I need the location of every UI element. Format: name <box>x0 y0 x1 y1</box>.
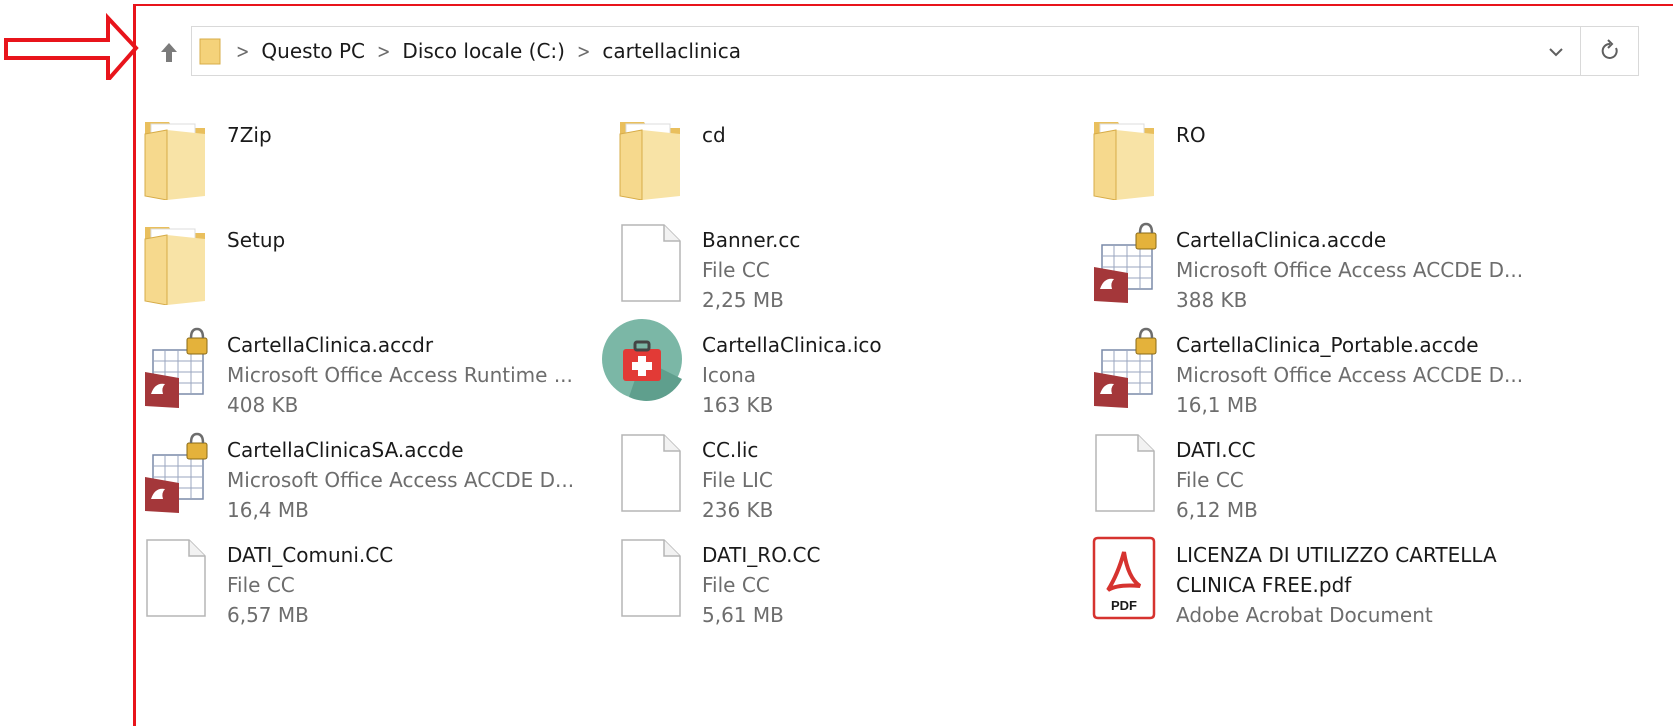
file-item[interactable]: CartellaClinica.accde Microsoft Office A… <box>1088 205 1558 312</box>
file-name: DATI_RO.CC <box>702 543 821 567</box>
file-item[interactable]: RO <box>1088 100 1558 200</box>
access-locked-icon <box>139 324 211 410</box>
file-type: File CC <box>702 258 770 282</box>
breadcrumb-cartellaclinica[interactable]: > cartellaclinica <box>565 27 741 75</box>
file-item[interactable]: DATI_RO.CC File CC 5,61 MB <box>614 520 1084 627</box>
folder-icon <box>198 36 224 66</box>
file-name: CartellaClinica.ico <box>702 333 882 357</box>
up-button[interactable] <box>155 38 183 66</box>
file-size: 6,57 MB <box>227 603 309 627</box>
file-name: 7Zip <box>227 123 272 147</box>
chevron-right-icon: > <box>377 39 391 63</box>
chevron-right-icon: > <box>576 39 591 63</box>
access-locked-icon <box>1088 219 1160 305</box>
chevron-right-icon: > <box>236 39 250 63</box>
file-item[interactable]: cd <box>614 100 1084 200</box>
folder-icon <box>614 114 686 200</box>
refresh-button[interactable] <box>1581 26 1639 76</box>
refresh-icon <box>1601 39 1618 59</box>
file-type: File CC <box>227 573 295 597</box>
breadcrumb-label: Disco locale (C:) <box>402 39 565 63</box>
generic-file-icon <box>1088 429 1160 515</box>
file-item[interactable]: CartellaClinica.accdr Microsoft Office A… <box>139 310 609 417</box>
file-type: Microsoft Office Access ACCDE D... <box>1176 258 1524 282</box>
file-type: Microsoft Office Access Runtime ... <box>227 363 573 387</box>
file-type: Icona <box>702 363 757 387</box>
file-item[interactable]: 7Zip <box>139 100 609 200</box>
file-name: CartellaClinica.accde <box>1176 228 1387 252</box>
breadcrumb-disco-locale[interactable]: > Disco locale (C:) <box>365 27 565 75</box>
breadcrumb-label: cartellaclinica <box>602 39 741 63</box>
pdf-label: PDF <box>1111 598 1137 613</box>
pdf-icon: PDF <box>1088 534 1160 620</box>
annotation-arrow-icon <box>4 12 139 80</box>
file-name: CartellaClinica_Portable.accde <box>1176 333 1479 357</box>
file-name: DATI_Comuni.CC <box>227 543 394 567</box>
file-name: cd <box>702 123 726 147</box>
file-type: File CC <box>702 573 770 597</box>
folder-icon <box>139 219 211 305</box>
file-item[interactable]: CartellaClinica_Portable.accde Microsoft… <box>1088 310 1558 417</box>
file-item[interactable]: Setup <box>139 205 609 305</box>
chevron-down-icon <box>1549 48 1563 57</box>
address-history-dropdown[interactable] <box>1542 39 1570 65</box>
file-type: File LIC <box>702 468 773 492</box>
file-item[interactable]: CartellaClinica.ico Icona 163 KB <box>614 310 1084 417</box>
file-type: Microsoft Office Access ACCDE D... <box>1176 363 1524 387</box>
file-name: Banner.cc <box>702 228 801 252</box>
file-name: DATI.CC <box>1176 438 1256 462</box>
file-type: Adobe Acrobat Document <box>1176 603 1433 627</box>
generic-file-icon <box>614 219 686 305</box>
generic-file-icon <box>139 534 211 620</box>
medical-kit-icon <box>599 316 685 402</box>
file-list: 7Zip cd RO Setup Banner.cc File CC 2,25 … <box>135 100 1680 660</box>
file-type: Microsoft Office Access ACCDE D... <box>227 468 575 492</box>
file-size: 5,61 MB <box>702 603 784 627</box>
navigation-toolbar: > Questo PC > Disco locale (C:) > cartel… <box>135 4 1680 96</box>
folder-icon <box>139 114 211 200</box>
file-name: CartellaClinica.accdr <box>227 333 434 357</box>
file-item[interactable]: Banner.cc File CC 2,25 MB <box>614 205 1084 312</box>
breadcrumb-questo-pc[interactable]: > Questo PC <box>224 27 365 75</box>
access-locked-icon <box>139 429 211 515</box>
file-item[interactable]: CC.lic File LIC 236 KB <box>614 415 1084 522</box>
file-item[interactable]: PDF LICENZA DI UTILIZZO CARTELLA CLINICA… <box>1088 520 1558 627</box>
access-locked-icon <box>1088 324 1160 410</box>
generic-file-icon <box>614 429 686 515</box>
file-name: CartellaClinicaSA.accde <box>227 438 464 462</box>
file-type: File CC <box>1176 468 1244 492</box>
file-name: RO <box>1176 123 1206 147</box>
address-bar[interactable]: > Questo PC > Disco locale (C:) > cartel… <box>191 26 1581 76</box>
generic-file-icon <box>614 534 686 620</box>
folder-icon <box>1088 114 1160 200</box>
file-item[interactable]: CartellaClinicaSA.accde Microsoft Office… <box>139 415 609 522</box>
file-name: Setup <box>227 228 286 252</box>
arrow-up-icon <box>161 43 177 62</box>
breadcrumb-label: Questo PC <box>261 39 366 63</box>
file-name: CC.lic <box>702 438 759 462</box>
file-item[interactable]: DATI.CC File CC 6,12 MB <box>1088 415 1558 522</box>
file-name: LICENZA DI UTILIZZO CARTELLA CLINICA FRE… <box>1176 543 1497 597</box>
file-item[interactable]: DATI_Comuni.CC File CC 6,57 MB <box>139 520 609 627</box>
